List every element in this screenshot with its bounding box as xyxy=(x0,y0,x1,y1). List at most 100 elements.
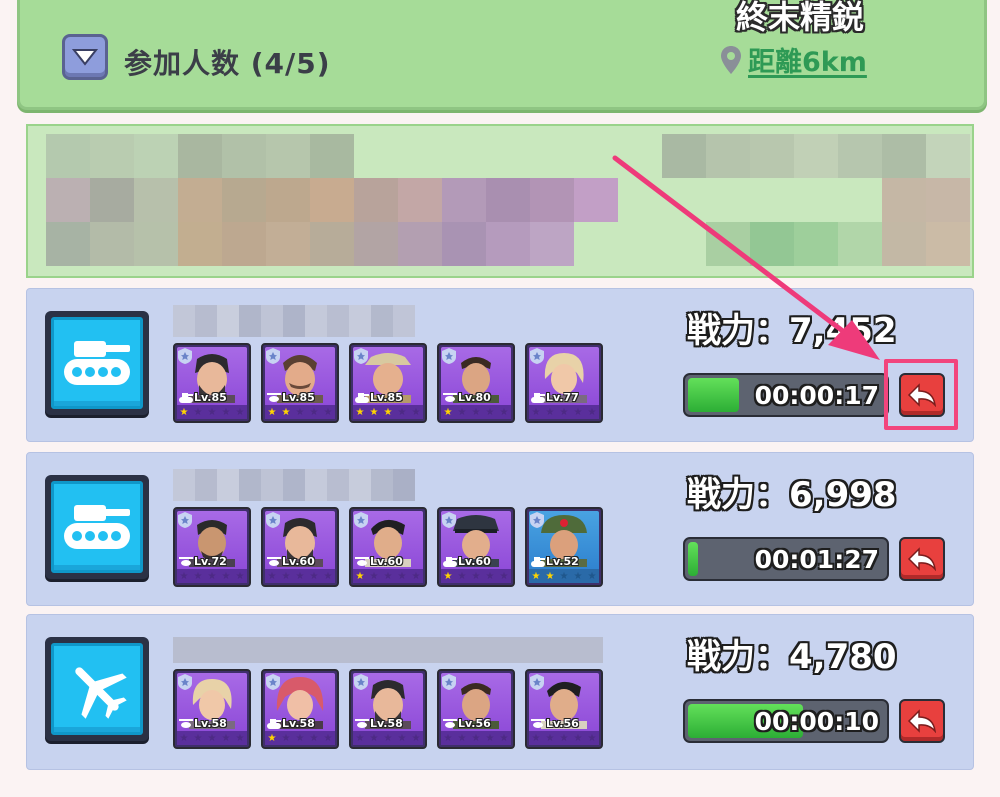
helicopter-small-icon xyxy=(179,556,193,566)
helicopter-small-icon xyxy=(267,556,281,566)
progress-fill xyxy=(688,542,699,576)
helicopter-small-icon xyxy=(443,718,457,728)
star-rating: ★ ★ ★ ★ ★ xyxy=(177,405,247,419)
hero-list: Lv.85 ★ ★ ★ ★ ★ Lv.85 ★ ★ ★ ★ ★ Lv.85 ★ ★ ★ ★ ★ Lv.8… xyxy=(173,343,603,423)
collapse-button[interactable] xyxy=(62,34,108,80)
hero-level: Lv.77 xyxy=(546,391,579,404)
hero-level: Lv.58 xyxy=(370,717,403,730)
star-rating: ★ ★ ★ ★ ★ xyxy=(529,405,599,419)
tank-small-icon xyxy=(355,392,369,403)
rank-badge-icon xyxy=(442,512,456,528)
unit-type-button[interactable] xyxy=(45,475,149,579)
return-arrow-icon xyxy=(907,547,937,571)
tank-small-icon xyxy=(531,392,545,403)
hero-level: Lv.60 xyxy=(458,555,491,568)
rally-screen: 参加人数 (4/5) 終末精鋭 距離6km Lv.85 ★ ★ ★ ★ ★ Lv… xyxy=(0,0,1000,797)
location-pin-icon xyxy=(721,45,741,74)
hero-card[interactable]: Lv.85 ★ ★ ★ ★ ★ xyxy=(173,343,251,423)
rank-badge-icon xyxy=(530,512,544,528)
march-row-3[interactable]: Lv.58 ★ ★ ★ ★ ★ Lv.58 ★ ★ ★ ★ ★ Lv.58 ★ ★ ★ ★ ★ Lv.5… xyxy=(26,614,974,770)
rank-badge-icon xyxy=(266,348,280,364)
hero-level: Lv.85 xyxy=(194,391,227,404)
target-name: 終末精鋭 xyxy=(735,0,864,36)
unit-type-button[interactable] xyxy=(45,637,149,741)
hero-level: Lv.60 xyxy=(370,555,403,568)
combat-power: 戦力：7,452 xyxy=(687,311,897,351)
star-rating: ★ ★ ★ ★ ★ xyxy=(441,731,511,745)
blurred-banner xyxy=(26,124,974,278)
hero-level: Lv.85 xyxy=(282,391,315,404)
rank-badge-icon xyxy=(354,348,368,364)
rank-badge-icon xyxy=(354,674,368,690)
player-name-blurred xyxy=(173,469,415,501)
hero-card[interactable]: Lv.58 ★ ★ ★ ★ ★ xyxy=(349,669,427,749)
recall-button[interactable] xyxy=(899,699,945,743)
participant-count: 参加人数 (4/5) xyxy=(124,47,331,80)
star-rating: ★ ★ ★ ★ ★ xyxy=(441,569,511,583)
march-row-1[interactable]: Lv.85 ★ ★ ★ ★ ★ Lv.85 ★ ★ ★ ★ ★ Lv.85 ★ ★ ★ ★ ★ Lv.8… xyxy=(26,288,974,442)
march-timer: 00:00:17 xyxy=(754,381,879,410)
helicopter-small-icon xyxy=(531,718,545,728)
hero-card[interactable]: Lv.56 ★ ★ ★ ★ ★ xyxy=(525,669,603,749)
helicopter-small-icon xyxy=(355,718,369,728)
hero-level: Lv.56 xyxy=(546,717,579,730)
hero-level: Lv.85 xyxy=(370,391,403,404)
rank-badge-icon xyxy=(354,512,368,528)
march-timer-bar: 00:00:10 xyxy=(683,699,889,743)
combat-power: 戦力：4,780 xyxy=(687,637,897,677)
rank-badge-icon xyxy=(266,512,280,528)
rank-badge-icon xyxy=(178,512,192,528)
unit-type-button[interactable] xyxy=(45,311,149,415)
star-rating: ★ ★ ★ ★ ★ xyxy=(353,569,423,583)
hero-card[interactable]: Lv.52 ★ ★ ★ ★ ★ xyxy=(525,507,603,587)
hero-level: Lv.80 xyxy=(458,391,491,404)
hero-level: Lv.60 xyxy=(282,555,315,568)
hero-card[interactable]: Lv.77 ★ ★ ★ ★ ★ xyxy=(525,343,603,423)
star-rating: ★ ★ ★ ★ ★ xyxy=(529,731,599,745)
hero-level: Lv.56 xyxy=(458,717,491,730)
hero-card[interactable]: Lv.85 ★ ★ ★ ★ ★ xyxy=(349,343,427,423)
tank-icon xyxy=(64,341,130,385)
player-name-blurred xyxy=(173,637,603,663)
star-rating: ★ ★ ★ ★ ★ xyxy=(177,569,247,583)
star-rating: ★ ★ ★ ★ ★ xyxy=(265,569,335,583)
march-timer: 00:01:27 xyxy=(754,545,879,574)
march-timer-bar: 00:00:17 xyxy=(683,373,889,417)
recall-button[interactable] xyxy=(899,537,945,581)
star-rating: ★ ★ ★ ★ ★ xyxy=(441,405,511,419)
helicopter-small-icon xyxy=(179,718,193,728)
hero-list: Lv.58 ★ ★ ★ ★ ★ Lv.58 ★ ★ ★ ★ ★ Lv.58 ★ ★ ★ ★ ★ Lv.5… xyxy=(173,669,603,749)
rank-badge-icon xyxy=(530,674,544,690)
rank-badge-icon xyxy=(442,674,456,690)
tank-icon xyxy=(64,505,130,549)
hero-card[interactable]: Lv.72 ★ ★ ★ ★ ★ xyxy=(173,507,251,587)
hero-card[interactable]: Lv.58 ★ ★ ★ ★ ★ xyxy=(173,669,251,749)
hero-level: Lv.58 xyxy=(194,717,227,730)
helicopter-small-icon xyxy=(267,392,281,402)
march-timer-bar: 00:01:27 xyxy=(683,537,889,581)
rank-badge-icon xyxy=(178,674,192,690)
rally-header: 参加人数 (4/5) 終末精鋭 距離6km xyxy=(17,0,987,110)
hero-card[interactable]: Lv.60 ★ ★ ★ ★ ★ xyxy=(261,507,339,587)
hero-card[interactable]: Lv.60 ★ ★ ★ ★ ★ xyxy=(437,507,515,587)
tank-small-icon xyxy=(443,556,457,567)
return-arrow-icon xyxy=(907,709,937,733)
chevron-down-icon xyxy=(72,49,98,66)
star-rating: ★ ★ ★ ★ ★ xyxy=(265,731,335,745)
distance-link[interactable]: 距離6km xyxy=(720,40,867,79)
hero-card[interactable]: Lv.80 ★ ★ ★ ★ ★ xyxy=(437,343,515,423)
hero-list: Lv.72 ★ ★ ★ ★ ★ Lv.60 ★ ★ ★ ★ ★ Lv.60 ★ ★ ★ ★ ★ Lv.6… xyxy=(173,507,603,587)
march-row-2[interactable]: Lv.72 ★ ★ ★ ★ ★ Lv.60 ★ ★ ★ ★ ★ Lv.60 ★ ★ ★ ★ ★ Lv.6… xyxy=(26,452,974,606)
star-rating: ★ ★ ★ ★ ★ xyxy=(529,569,599,583)
hero-level: Lv.58 xyxy=(282,717,315,730)
helicopter-small-icon xyxy=(355,556,369,566)
hero-card[interactable]: Lv.60 ★ ★ ★ ★ ★ xyxy=(349,507,427,587)
progress-fill xyxy=(688,378,739,412)
player-name-blurred xyxy=(173,305,415,337)
hero-card[interactable]: Lv.58 ★ ★ ★ ★ ★ xyxy=(261,669,339,749)
star-rating: ★ ★ ★ ★ ★ xyxy=(353,405,423,419)
hero-card[interactable]: Lv.56 ★ ★ ★ ★ ★ xyxy=(437,669,515,749)
hero-card[interactable]: Lv.85 ★ ★ ★ ★ ★ xyxy=(261,343,339,423)
plane-icon xyxy=(75,667,127,719)
distance-text: 距離6km xyxy=(748,47,867,78)
